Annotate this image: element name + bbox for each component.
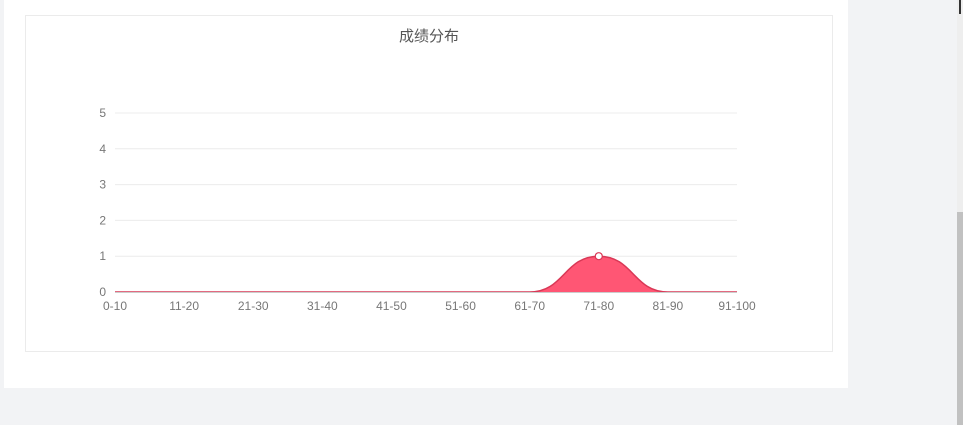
x-tick-label: 81-90 bbox=[653, 299, 684, 313]
x-tick-label: 71-80 bbox=[583, 299, 614, 313]
score-distribution-chart: 0 1 2 3 4 5 0-10 11-20 21-30 31-40 41-50 51-60 61-70… bbox=[99, 106, 756, 313]
y-tick-label: 5 bbox=[99, 106, 106, 120]
x-tick-label: 61-70 bbox=[514, 299, 545, 313]
vertical-scrollbar[interactable] bbox=[957, 0, 963, 425]
x-tick-label: 11-20 bbox=[169, 299, 199, 313]
y-tick-label: 3 bbox=[99, 178, 106, 192]
x-tick-label: 51-60 bbox=[445, 299, 476, 313]
scrollbar-thumb[interactable] bbox=[957, 212, 963, 425]
y-tick-label: 4 bbox=[99, 142, 106, 156]
y-tick-label: 0 bbox=[99, 285, 106, 299]
x-tick-label: 91-100 bbox=[718, 299, 756, 313]
y-tick-label: 2 bbox=[99, 213, 106, 227]
series-area bbox=[115, 256, 737, 292]
x-tick-label: 41-50 bbox=[376, 299, 407, 313]
window-edge-mark bbox=[959, 0, 961, 14]
x-tick-label: 0-10 bbox=[103, 299, 127, 313]
x-tick-label: 21-30 bbox=[238, 299, 269, 313]
x-tick-label: 31-40 bbox=[307, 299, 338, 313]
y-tick-label: 1 bbox=[99, 249, 106, 263]
data-point bbox=[594, 252, 603, 261]
